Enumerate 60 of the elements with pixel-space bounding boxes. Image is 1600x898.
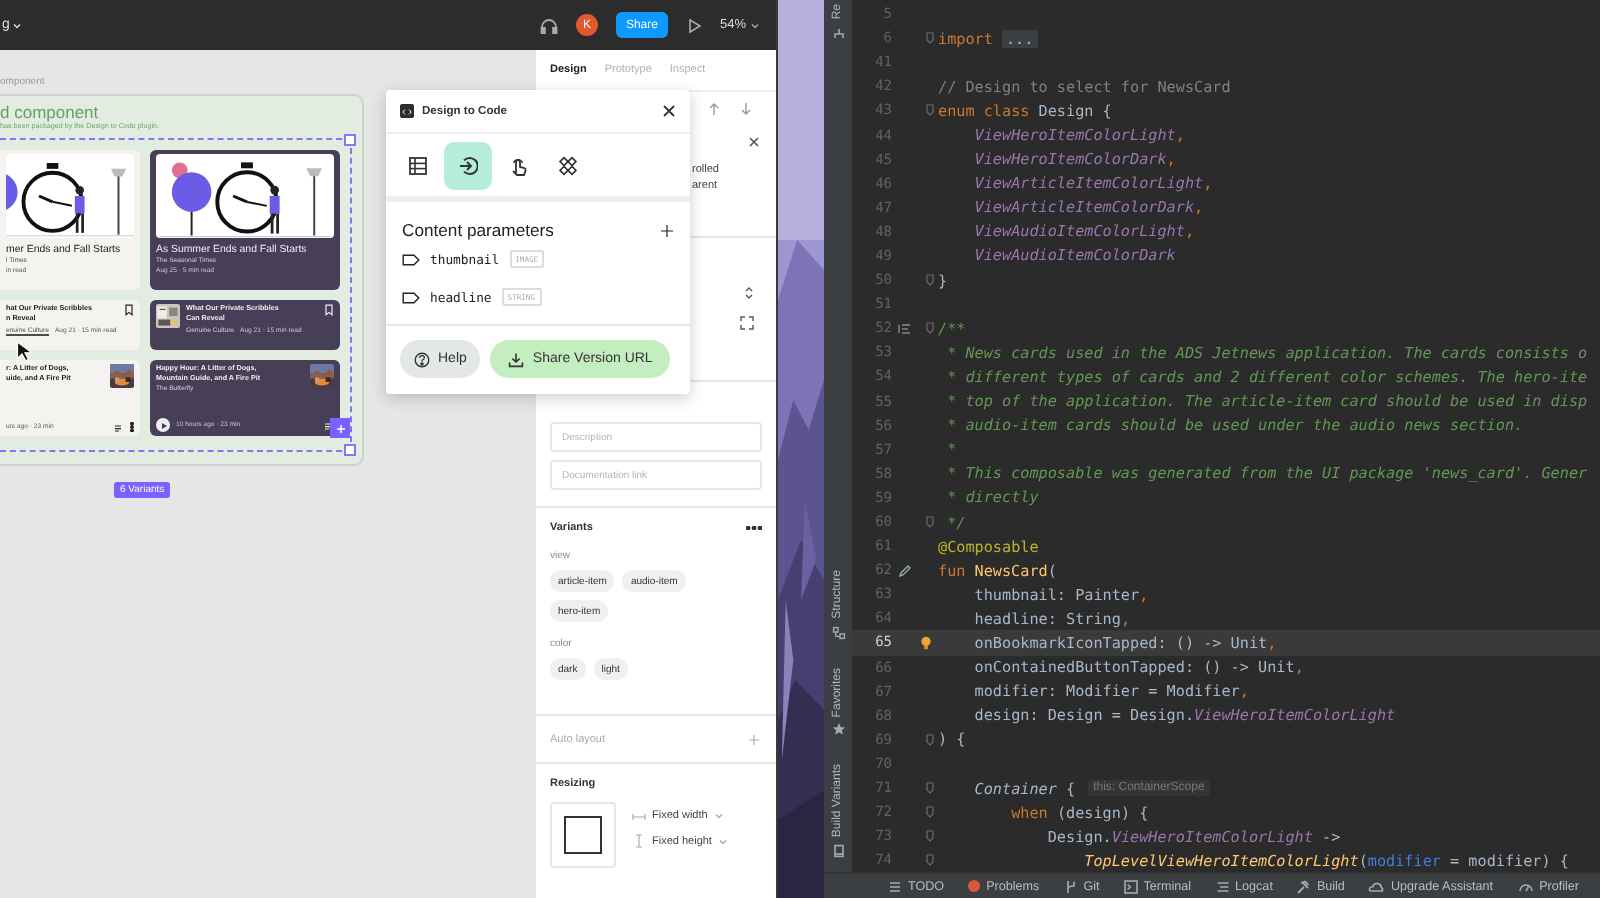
headphones-icon[interactable] (539, 17, 558, 33)
help-icon (414, 351, 430, 367)
fold-icon[interactable] (926, 806, 934, 819)
fold-icon[interactable] (926, 322, 934, 335)
hierarchy-icon (831, 27, 845, 40)
resize-handle[interactable] (344, 134, 356, 146)
fold-icon[interactable] (926, 274, 934, 287)
terminal-icon (1123, 879, 1138, 893)
cloud-icon (1368, 879, 1385, 893)
width-icon (632, 811, 646, 821)
pencil-icon (898, 563, 912, 578)
tag-icon (402, 253, 420, 265)
play-icon[interactable] (685, 17, 702, 33)
download-icon (508, 351, 525, 367)
arrow-down-icon[interactable] (740, 102, 752, 116)
arrow-up-icon[interactable] (708, 102, 720, 116)
cursor-icon (16, 340, 34, 362)
fold-icon[interactable] (926, 733, 934, 746)
fold-icon[interactable] (926, 32, 934, 45)
close-icon (662, 104, 676, 118)
error-icon (968, 880, 981, 892)
tag-icon (402, 291, 420, 303)
touch-icon (508, 155, 528, 175)
hammer-icon (1296, 879, 1311, 893)
lightbulb-icon[interactable] (920, 635, 932, 650)
fold-icon[interactable] (926, 854, 934, 867)
section-title: Content parameters (402, 220, 554, 240)
plugin-tab[interactable] (444, 141, 492, 189)
fold-icon[interactable] (926, 782, 934, 795)
fold-icon[interactable] (926, 104, 934, 117)
bookmark-icon[interactable] (124, 304, 134, 316)
queue-icon[interactable] (114, 423, 124, 431)
vertical-resize-icon[interactable] (744, 286, 754, 300)
chevron-icon (11, 21, 22, 29)
components-icon (558, 155, 578, 175)
resize-handle[interactable] (344, 444, 356, 456)
chevron-icon (750, 21, 760, 29)
play-button[interactable] (156, 418, 170, 432)
log-icon (1215, 879, 1230, 893)
branch-icon (1063, 879, 1078, 893)
close-icon[interactable] (748, 136, 760, 148)
plus-icon (335, 423, 345, 433)
list-icon (408, 155, 428, 175)
fold-icon[interactable] (926, 830, 934, 843)
fold-icon[interactable] (926, 516, 934, 529)
resizing-preview (550, 802, 616, 868)
star-icon (831, 722, 845, 737)
list-icon (888, 879, 902, 893)
play-icon (159, 421, 167, 429)
frame-title: d component (0, 102, 101, 122)
plus-icon[interactable] (660, 223, 674, 237)
device-icon (831, 844, 845, 858)
enter-icon (458, 155, 478, 175)
chevron-icon (713, 812, 724, 820)
chevron-icon (717, 837, 728, 845)
expand-icon[interactable] (740, 316, 754, 330)
structure-icon (831, 625, 845, 640)
height-icon (632, 834, 646, 848)
gauge-icon (1517, 879, 1534, 893)
close-button[interactable] (662, 104, 676, 118)
